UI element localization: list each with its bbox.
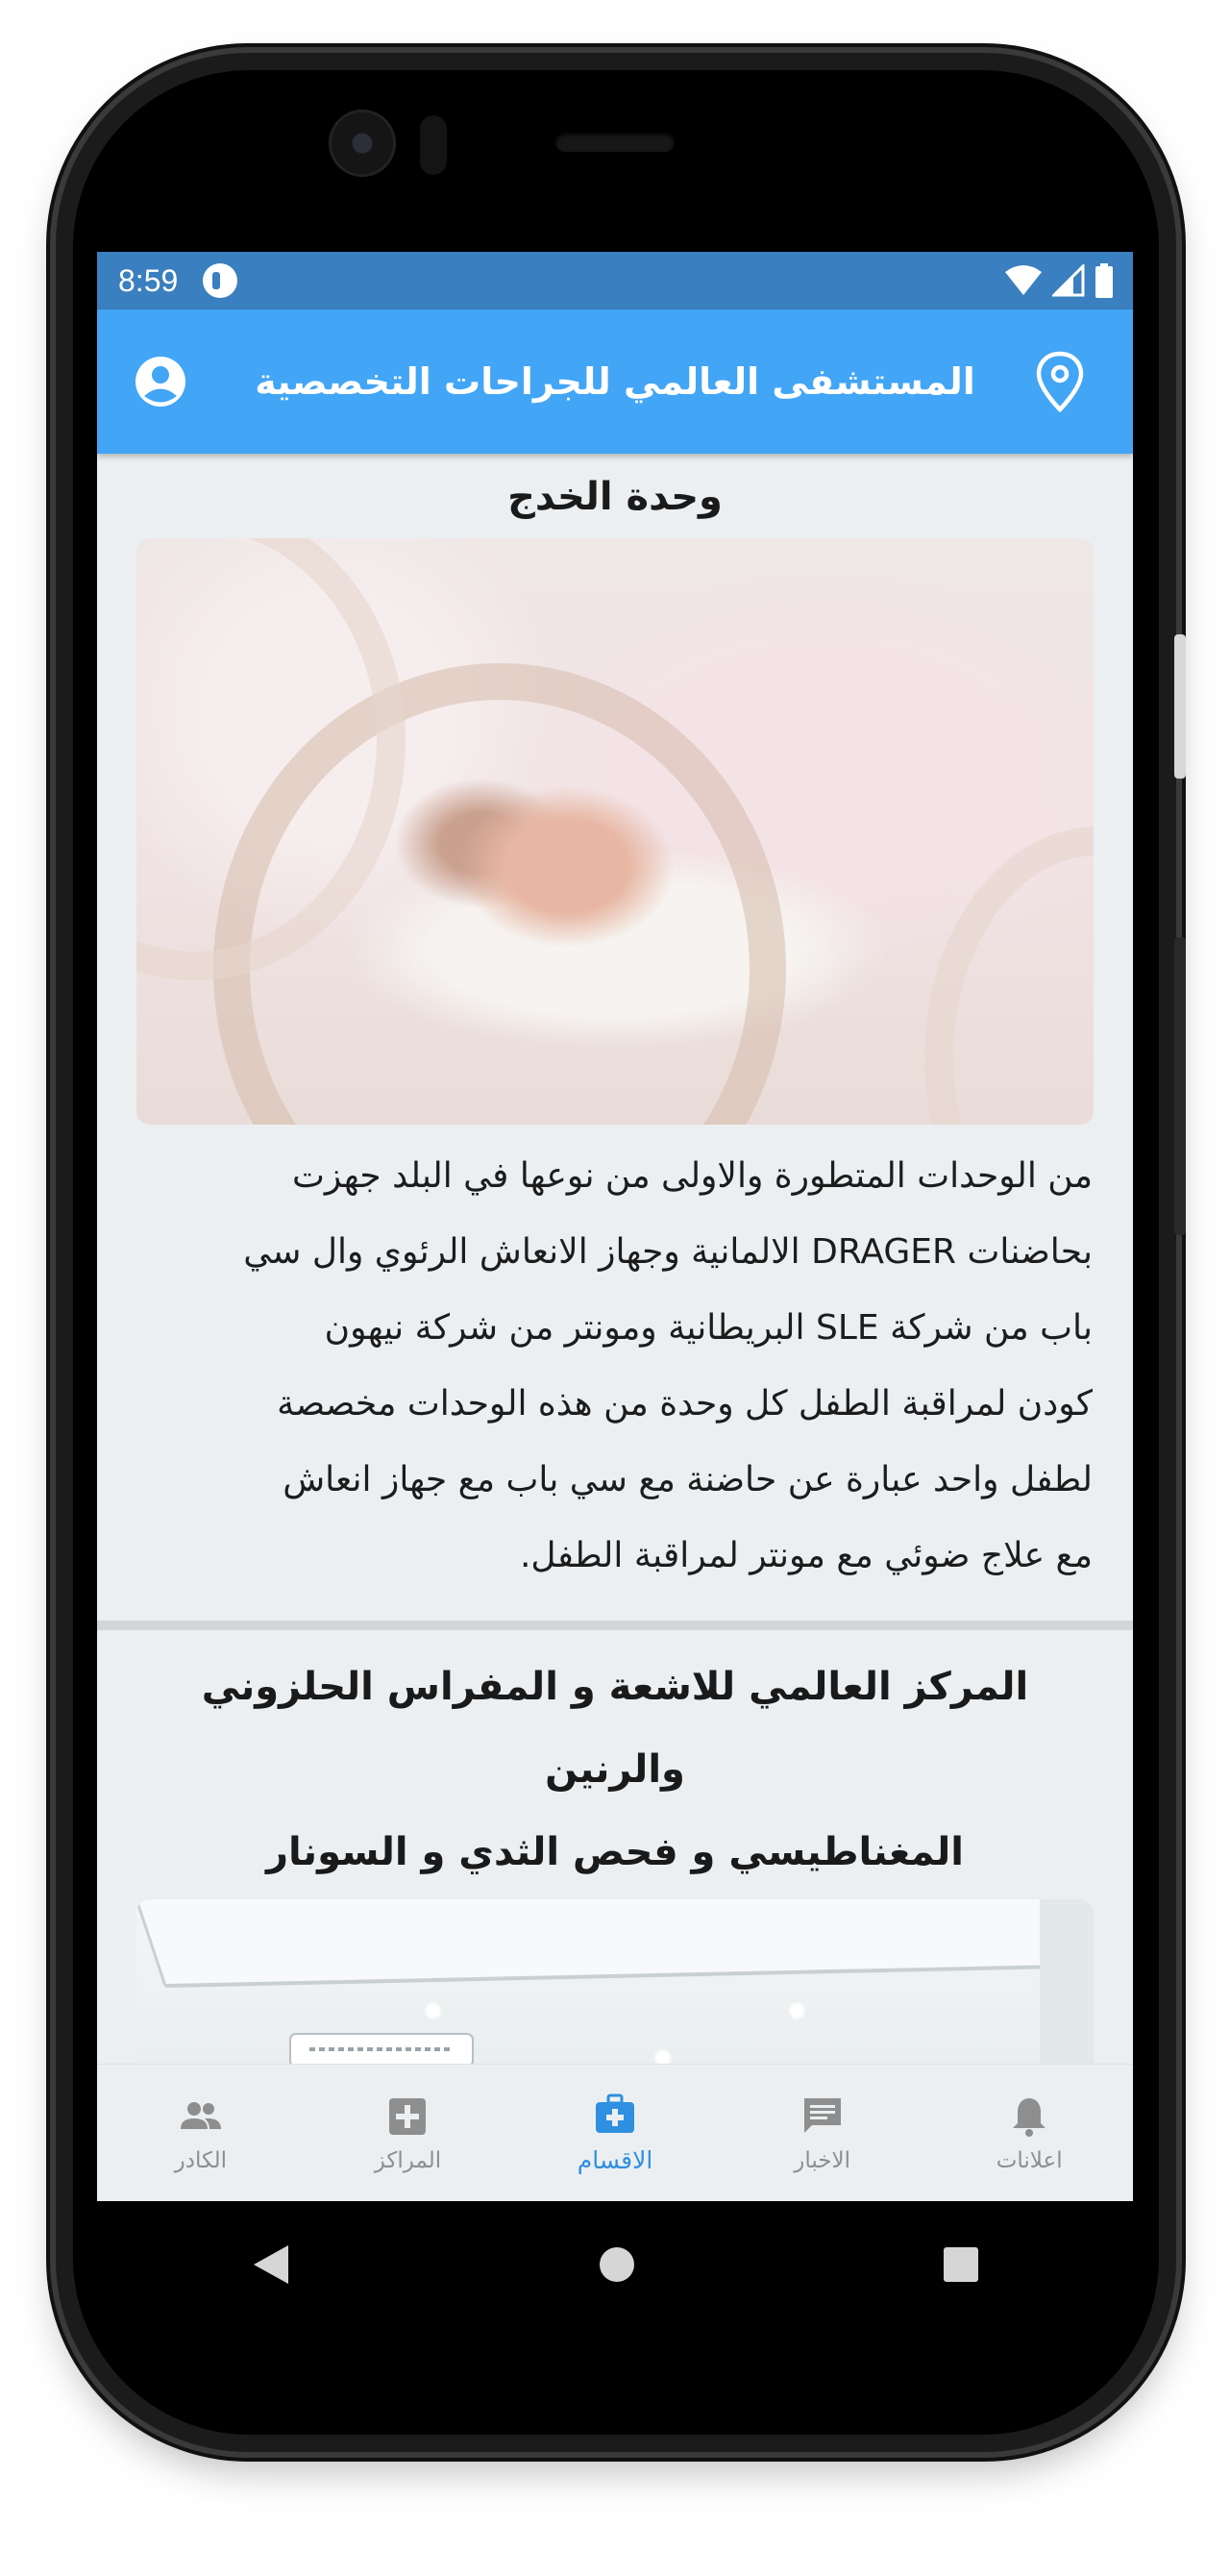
- app-bar: المستشفى العالمي للجراحات التخصصية: [97, 310, 1133, 454]
- incubator-ring-decoration: [924, 827, 1094, 1125]
- recents-icon[interactable]: [942, 2245, 980, 2284]
- department-title: المركز العالمي للاشعة و المفراس الحلزوني…: [97, 1630, 1133, 1894]
- status-time: 8:59: [118, 262, 179, 298]
- description-line: لطفل واحد عبارة عن حاضنة مع سي باب مع جه…: [283, 1460, 1093, 1499]
- location-pin-icon[interactable]: [1033, 350, 1087, 413]
- status-indicators: [1004, 263, 1114, 298]
- incubator-baby-photo: [136, 538, 1094, 1125]
- title-line: المركز العالمي للاشعة و المفراس الحلزوني…: [201, 1665, 1029, 1792]
- bottom-navigation: اعلانات الاخبار الاقسام المراكز الكادر: [97, 2064, 1133, 2201]
- nav-item-announcements[interactable]: اعلانات: [925, 2065, 1133, 2201]
- back-icon[interactable]: [250, 2242, 292, 2288]
- front-camera: [332, 112, 393, 174]
- department-card[interactable]: المركز العالمي للاشعة و المفراس الحلزوني…: [97, 1630, 1133, 2064]
- nav-item-news[interactable]: الاخبار: [719, 2065, 926, 2201]
- earpiece-speaker: [555, 133, 675, 152]
- description-line: كودن لمراقبة الطفل كل وحدة من هذه الوحدا…: [277, 1384, 1093, 1424]
- department-description: من الوحدات المتطورة والاولى من نوعها في …: [97, 1125, 1133, 1621]
- system-navigation-bar: [97, 2201, 1133, 2328]
- section-divider: [97, 1621, 1133, 1630]
- nav-label: الاقسام: [577, 2146, 653, 2174]
- proximity-sensor: [420, 115, 447, 175]
- battery-icon: [1095, 263, 1113, 298]
- wifi-icon: [1005, 265, 1042, 295]
- nav-item-centers[interactable]: المراكز: [305, 2065, 512, 2201]
- department-card[interactable]: وحدة الخدج من الوحدات المتطورة والاولى م…: [97, 456, 1133, 1621]
- nav-label: الاخبار: [794, 2147, 850, 2173]
- volume-button: [1174, 634, 1186, 779]
- radiology-room-photo: [136, 1899, 1094, 2064]
- description-line: من الوحدات المتطورة والاولى من نوعها في …: [292, 1156, 1093, 1196]
- medical-kit-icon: [596, 2093, 635, 2133]
- status-bar: 8:59: [97, 252, 1133, 310]
- department-title: وحدة الخدج: [507, 475, 723, 519]
- description-line: مع علاج ضوئي مع مونتر لمراقبة الطفل.: [519, 1536, 1093, 1575]
- signal-icon: [1052, 264, 1085, 297]
- account-circle-icon[interactable]: [132, 353, 189, 410]
- hospital-cross-icon: [389, 2097, 427, 2135]
- chat-message-icon: [803, 2097, 841, 2133]
- nav-item-staff[interactable]: الكادر: [97, 2065, 305, 2201]
- bell-icon: [1013, 2097, 1046, 2137]
- nav-label: الكادر: [174, 2147, 228, 2173]
- nav-label: اعلانات: [996, 2147, 1063, 2173]
- home-icon[interactable]: [598, 2245, 636, 2284]
- nav-item-departments[interactable]: الاقسام: [511, 2065, 719, 2201]
- people-icon: [180, 2101, 221, 2129]
- description-line: باب من شركة SLE البريطانية ومونتر من شرك…: [324, 1308, 1093, 1348]
- power-button: [1174, 937, 1186, 1235]
- departments-list[interactable]: وحدة الخدج من الوحدات المتطورة والاولى م…: [97, 454, 1133, 2064]
- app-screen: 8:59 المستشفى العالمي للجراحات التخصصية …: [97, 252, 1133, 2201]
- description-line: بحاضنات DRAGER الالمانية وجهاز الانعاش ا…: [243, 1232, 1093, 1272]
- nav-label: المراكز: [374, 2147, 442, 2173]
- app-title: المستشفى العالمي للجراحات التخصصية: [255, 360, 975, 403]
- app-notification-icon: [203, 263, 238, 298]
- title-line: المغناطيسي و فحص الثدي و السونار: [266, 1830, 964, 1874]
- room-ceiling-drawing: [136, 1899, 1094, 2064]
